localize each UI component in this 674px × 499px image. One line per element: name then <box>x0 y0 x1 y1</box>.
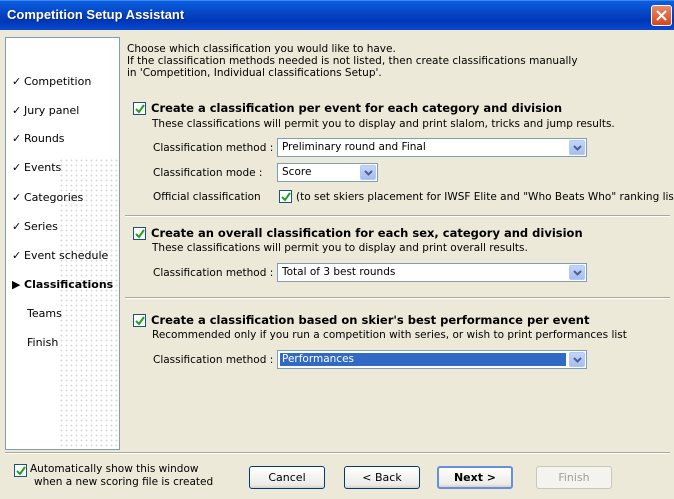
per-event-description: These classifications will permit you to… <box>152 118 615 130</box>
dropdown-button[interactable] <box>569 140 585 155</box>
footer-divider <box>5 452 670 454</box>
performance-checkbox[interactable] <box>133 313 146 327</box>
checkmark-icon: ✓ <box>12 249 22 262</box>
performance-method-label: Classification method : <box>153 354 274 366</box>
checkmark-icon: ✓ <box>12 132 22 145</box>
overall-title: Create an overall classification for eac… <box>151 226 583 240</box>
official-classification-description: (to set skiers placement for IWSF Elite … <box>296 191 674 203</box>
main-content: Choose which classification you would li… <box>125 37 674 450</box>
performance-method-select[interactable]: Performances <box>277 350 587 369</box>
autoshow-label: Automatically show this window when a ne… <box>30 463 213 489</box>
dropdown-button[interactable] <box>569 265 585 280</box>
close-icon <box>656 10 667 21</box>
close-button[interactable] <box>651 5 672 26</box>
official-classification-label: Official classification <box>153 191 261 203</box>
per-event-mode-label: Classification mode : <box>153 167 263 179</box>
checkmark-icon: ✓ <box>12 220 22 233</box>
autoshow-line-1: Automatically show this window <box>30 463 199 475</box>
step-events: ✓ Events <box>12 161 62 174</box>
per-event-method-value: Preliminary round and Final <box>282 141 426 153</box>
overall-method-label: Classification method : <box>153 267 274 279</box>
intro-line-3: in 'Competition, Individual classificati… <box>127 67 382 79</box>
performance-title: Create a classification based on skier's… <box>151 313 590 327</box>
chevron-down-icon <box>573 270 582 276</box>
section-performance-header: Create a classification based on skier's… <box>133 313 589 327</box>
step-teams: Teams <box>27 307 62 320</box>
step-finish: Finish <box>27 336 59 349</box>
checkmark-icon: ✓ <box>12 191 22 204</box>
step-jury-panel: ✓ Jury panel <box>12 104 80 117</box>
chevron-down-icon <box>573 357 582 363</box>
section-per-event-header: Create a classification per event for ea… <box>133 101 562 115</box>
window-title: Competition Setup Assistant <box>7 7 185 22</box>
step-categories: ✓ Categories <box>12 191 84 204</box>
per-event-title: Create a classification per event for ea… <box>151 101 563 115</box>
checkmark-icon <box>16 466 26 476</box>
next-button[interactable]: Next > <box>437 466 513 489</box>
checkmark-icon <box>281 192 291 202</box>
performance-description: Recommended only if you run a competitio… <box>152 329 627 341</box>
checkmark-icon: ✓ <box>12 104 22 117</box>
checkmark-icon <box>135 103 145 114</box>
step-event-schedule: ✓ Event schedule <box>12 249 109 262</box>
dropdown-button[interactable] <box>360 165 376 180</box>
autoshow-checkbox[interactable] <box>14 464 27 477</box>
chevron-down-icon <box>573 145 582 151</box>
per-event-checkbox[interactable] <box>133 101 146 115</box>
per-event-method-select[interactable]: Preliminary round and Final <box>277 138 587 157</box>
step-classifications: ▶ Classifications <box>12 278 114 291</box>
chevron-down-icon <box>364 170 373 176</box>
intro-line-1: Choose which classification you would li… <box>127 43 396 55</box>
step-series: ✓ Series <box>12 220 58 233</box>
autoshow-line-2: when a new scoring file is created <box>34 476 214 488</box>
overall-method-select[interactable]: Total of 3 best rounds <box>277 263 587 282</box>
checkmark-icon: ✓ <box>12 161 22 174</box>
title-bar: Competition Setup Assistant <box>0 0 674 30</box>
checkmark-icon: ✓ <box>12 75 22 88</box>
section-overall-header: Create an overall classification for eac… <box>133 226 583 240</box>
intro-line-2: If the classification methods needed is … <box>127 55 578 67</box>
overall-description: These classifications will permit you to… <box>152 242 528 254</box>
section-divider <box>125 297 670 299</box>
overall-method-value: Total of 3 best rounds <box>282 266 396 278</box>
dropdown-button[interactable] <box>569 352 585 367</box>
checkmark-icon <box>135 228 145 239</box>
per-event-mode-value: Score <box>282 166 312 178</box>
steps-panel: ✓ Competition ✓ Jury panel ✓ Rounds ✓ Events… <box>5 37 120 450</box>
cancel-button[interactable]: Cancel <box>249 466 325 489</box>
intro-text: Choose which classification you would li… <box>127 43 578 79</box>
official-classification-checkbox[interactable] <box>279 190 292 203</box>
step-competition: ✓ Competition <box>12 75 92 88</box>
checkmark-icon <box>135 315 145 326</box>
performance-method-value: Performances <box>280 353 566 366</box>
current-step-arrow-icon: ▶ <box>12 278 21 291</box>
finish-button[interactable]: Finish <box>536 466 612 489</box>
per-event-method-label: Classification method : <box>153 142 274 154</box>
section-divider <box>125 215 670 217</box>
step-rounds: ✓ Rounds <box>12 132 65 145</box>
back-button[interactable]: < Back <box>344 466 420 489</box>
per-event-mode-select[interactable]: Score <box>277 163 378 182</box>
overall-checkbox[interactable] <box>133 226 146 240</box>
